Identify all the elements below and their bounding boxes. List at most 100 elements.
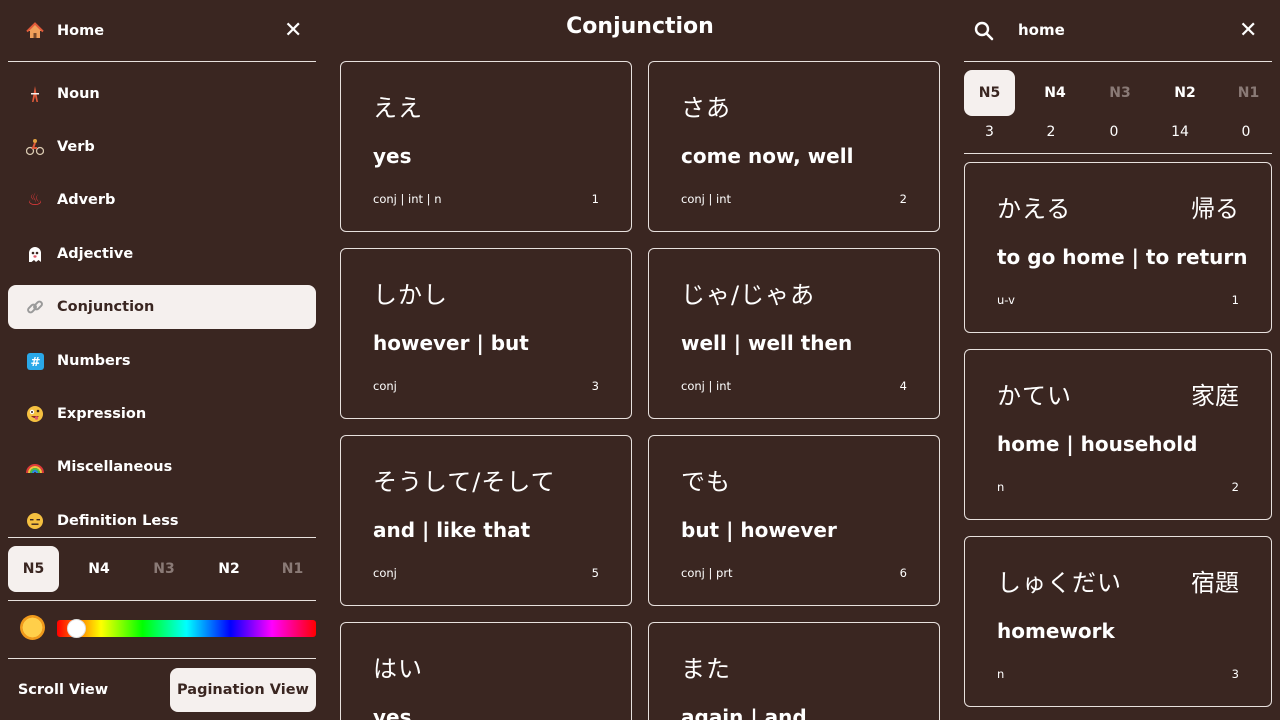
card-part-of-speech: conj | prt — [681, 566, 733, 580]
card-number: 1 — [591, 192, 599, 206]
word-card[interactable]: また again | and — [648, 622, 940, 720]
link-icon — [26, 298, 44, 316]
level-n4-button[interactable]: N4 — [1015, 70, 1095, 116]
card-kana: しかし — [373, 281, 448, 309]
search-icon[interactable] — [974, 21, 994, 41]
word-card[interactable]: ええ yes conj | int | n 1 — [340, 61, 632, 232]
rainbow-icon — [26, 458, 44, 476]
level-n1-button[interactable]: N1 — [269, 546, 316, 592]
expressionless-face-icon — [26, 512, 44, 530]
card-kana: じゃ/じゃあ — [681, 281, 816, 309]
sidebar-item-label: Definition Less — [57, 513, 179, 529]
word-card[interactable]: じゃ/じゃあ well | well then conj | int 4 — [648, 248, 940, 419]
word-card[interactable]: さあ come now, well conj | int 2 — [648, 61, 940, 232]
card-kana: さあ — [681, 94, 731, 122]
hot-springs-icon: ♨ — [27, 190, 43, 210]
sidebar-item-expression[interactable]: Expression — [8, 392, 316, 436]
sidebar-item-verb[interactable]: Verb — [8, 125, 316, 169]
card-part-of-speech: conj — [373, 379, 397, 393]
page-title: Conjunction — [566, 14, 714, 39]
level-n3-button[interactable]: N3 — [1095, 70, 1145, 116]
card-meaning: yes — [373, 144, 412, 168]
theme-hue-slider[interactable] — [57, 619, 316, 638]
card-kana: でも — [681, 468, 731, 496]
sidebar-item-conjunction[interactable]: Conjunction — [8, 285, 316, 329]
crazy-face-icon — [26, 405, 44, 423]
level-n5-button[interactable]: N5 — [964, 70, 1015, 116]
card-part-of-speech: n — [997, 667, 1005, 681]
level-n5-button[interactable]: N5 — [8, 546, 59, 592]
search-result-card[interactable]: かてい 家庭 home | household n 2 — [964, 349, 1272, 520]
word-card[interactable]: でも but | however conj | prt 6 — [648, 435, 940, 606]
sidebar-item-label: Adverb — [57, 192, 116, 208]
hash-icon: # — [26, 352, 44, 370]
scroll-view-button[interactable]: Scroll View — [8, 668, 118, 712]
pagination-view-button[interactable]: Pagination View — [170, 668, 316, 712]
card-part-of-speech: conj | int — [681, 379, 732, 393]
tower-icon — [26, 85, 44, 103]
level-count-n1: 0 — [1241, 124, 1251, 140]
level-n3-button[interactable]: N3 — [139, 546, 189, 592]
card-kanji: 家庭 — [1191, 382, 1239, 410]
sidebar-item-label: Expression — [57, 406, 147, 422]
level-count-n3: 0 — [1109, 124, 1119, 140]
card-meaning: and | like that — [373, 518, 531, 542]
card-part-of-speech: conj | int | n — [373, 192, 442, 206]
sidebar-item-adjective[interactable]: Adjective — [8, 232, 316, 276]
sidebar-item-label: Verb — [57, 139, 95, 155]
divider — [8, 537, 316, 538]
card-meaning: home | household — [997, 432, 1198, 456]
divider — [964, 61, 1272, 62]
level-n2-button[interactable]: N2 — [189, 546, 269, 592]
card-number: 6 — [899, 566, 907, 580]
level-n4-button[interactable]: N4 — [59, 546, 139, 592]
card-kanji: 宿題 — [1191, 569, 1239, 597]
sidebar-item-label: Miscellaneous — [57, 459, 173, 475]
sidebar-item-numbers[interactable]: # Numbers — [8, 339, 316, 383]
card-meaning: again | and — [681, 705, 807, 720]
card-meaning: however | but — [373, 331, 529, 355]
card-number: 3 — [1231, 667, 1239, 681]
divider — [964, 153, 1272, 154]
sun-icon — [20, 615, 45, 640]
card-meaning: yes — [373, 705, 412, 720]
sidebar-item-miscellaneous[interactable]: Miscellaneous — [8, 445, 316, 489]
card-meaning: to go home | to return — [997, 245, 1248, 269]
sidebar-item-adverb[interactable]: ♨ Adverb — [8, 178, 316, 222]
level-n1-button[interactable]: N1 — [1225, 70, 1272, 116]
sidebar-item-label: Conjunction — [57, 299, 155, 315]
sidebar-item-noun[interactable]: Noun — [8, 72, 316, 116]
card-kanji: 帰る — [1191, 195, 1239, 223]
card-kana: かてい — [997, 382, 1072, 410]
word-card[interactable]: しかし however | but conj 3 — [340, 248, 632, 419]
card-meaning: homework — [997, 619, 1115, 643]
card-number: 4 — [899, 379, 907, 393]
card-kana: また — [681, 655, 731, 683]
card-part-of-speech: conj — [373, 566, 397, 580]
search-result-card[interactable]: かえる 帰る to go home | to return u-v 1 — [964, 162, 1272, 333]
level-count-n2: 14 — [1171, 124, 1189, 140]
card-kana: ええ — [373, 94, 423, 122]
search-input[interactable]: home — [1018, 21, 1065, 39]
word-card[interactable]: はい yes — [340, 622, 632, 720]
divider — [8, 600, 316, 601]
card-number: 2 — [899, 192, 907, 206]
house-icon — [26, 22, 44, 40]
search-result-card[interactable]: しゅくだい 宿題 homework n 3 — [964, 536, 1272, 707]
sidebar-header: Home ✕ — [8, 0, 316, 62]
slider-thumb[interactable] — [66, 619, 86, 638]
sidebar-level-filter: N5 N4 N3 N2 N1 — [8, 546, 316, 592]
level-count-n5: 3 — [985, 124, 994, 140]
card-part-of-speech: conj | int — [681, 192, 732, 206]
word-card[interactable]: そうして/そして and | like that conj 5 — [340, 435, 632, 606]
close-sidebar-icon[interactable]: ✕ — [284, 20, 302, 42]
clear-search-icon[interactable]: ✕ — [1239, 20, 1257, 42]
card-part-of-speech: u-v — [997, 293, 1015, 307]
ghost-icon — [26, 245, 44, 263]
sidebar-item-home[interactable]: Home — [8, 9, 316, 53]
svg-text:#: # — [30, 355, 40, 369]
card-meaning: but | however — [681, 518, 837, 542]
level-n2-button[interactable]: N2 — [1145, 70, 1225, 116]
sidebar-item-label: Numbers — [57, 353, 131, 369]
card-kana: かえる — [997, 195, 1072, 223]
